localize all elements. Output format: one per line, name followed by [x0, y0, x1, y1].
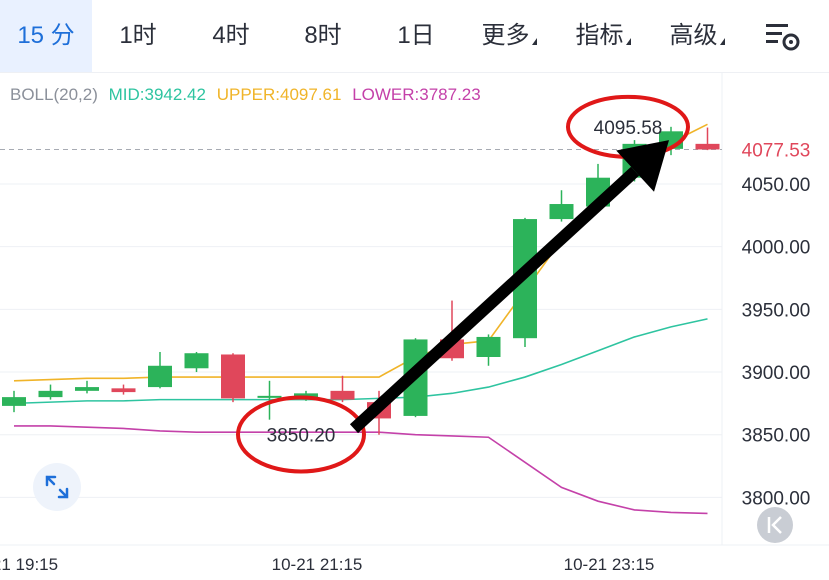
tab-label: 高级: [669, 22, 718, 49]
x-tick-label: 10-21 23:15: [564, 555, 655, 574]
x-tick-label: 10-21 21:15: [272, 555, 363, 574]
candlestick-chart[interactable]: 4050.004000.003950.003900.003850.003800.…: [0, 72, 829, 580]
candle-body: [549, 204, 574, 220]
y-tick-label: 3850.00: [742, 426, 811, 447]
y-tick-label: 3900.00: [742, 363, 811, 384]
tab-label: 1时: [119, 22, 157, 49]
tab-6[interactable]: 指标: [556, 0, 650, 72]
tab-label: 15 分: [17, 22, 75, 49]
tab-4[interactable]: 1日: [370, 0, 462, 72]
candle-body: [111, 388, 136, 393]
candle-body: [257, 395, 282, 398]
candle-body: [695, 143, 720, 150]
annotation-label: 3850.20: [267, 425, 336, 446]
tab-label: 1日: [397, 22, 435, 49]
boll-upper-line: [13, 123, 708, 382]
tab-5[interactable]: 更多: [462, 0, 556, 72]
caret-down-icon: [531, 38, 537, 45]
y-tick-label: 4000.00: [742, 238, 811, 259]
candle-body: [476, 336, 501, 357]
candle-body: [75, 387, 99, 391]
annotation-label: 4095.58: [594, 118, 663, 139]
caret-down-icon: [625, 38, 631, 45]
candle-body: [148, 365, 172, 388]
tab-label: 8时: [304, 22, 342, 49]
tab-3[interactable]: 8时: [277, 0, 369, 72]
boll-lower-line: [14, 425, 708, 515]
candle-body: [330, 390, 355, 400]
scroll-to-latest-icon[interactable]: [757, 507, 793, 543]
y-tick-label: 3950.00: [742, 300, 811, 321]
tab-label: 4时: [212, 22, 250, 49]
tab-2[interactable]: 4时: [185, 0, 277, 72]
x-tick-label: 21 19:15: [0, 555, 58, 574]
candle-body: [2, 397, 26, 406]
caret-down-icon: [719, 38, 725, 45]
expand-icon[interactable]: [33, 463, 81, 511]
tab-label: 更多: [481, 22, 530, 49]
tab-7[interactable]: 高级: [650, 0, 744, 72]
current-price-label: 4077.53: [742, 140, 811, 161]
y-tick-label: 4050.00: [742, 175, 811, 196]
candle-body: [184, 353, 209, 369]
tab-1[interactable]: 1时: [92, 0, 184, 72]
tab-label: 指标: [575, 22, 624, 49]
candle-body: [38, 390, 63, 398]
candle-body: [221, 354, 245, 399]
chart-settings-icon[interactable]: [760, 18, 804, 54]
timeframe-toolbar: 15 分 1时 4时 8时 1日 更多 指标 高级: [0, 0, 829, 73]
annotation-arrow-shaft: [349, 166, 640, 434]
tab-0[interactable]: 15 分: [0, 0, 92, 72]
